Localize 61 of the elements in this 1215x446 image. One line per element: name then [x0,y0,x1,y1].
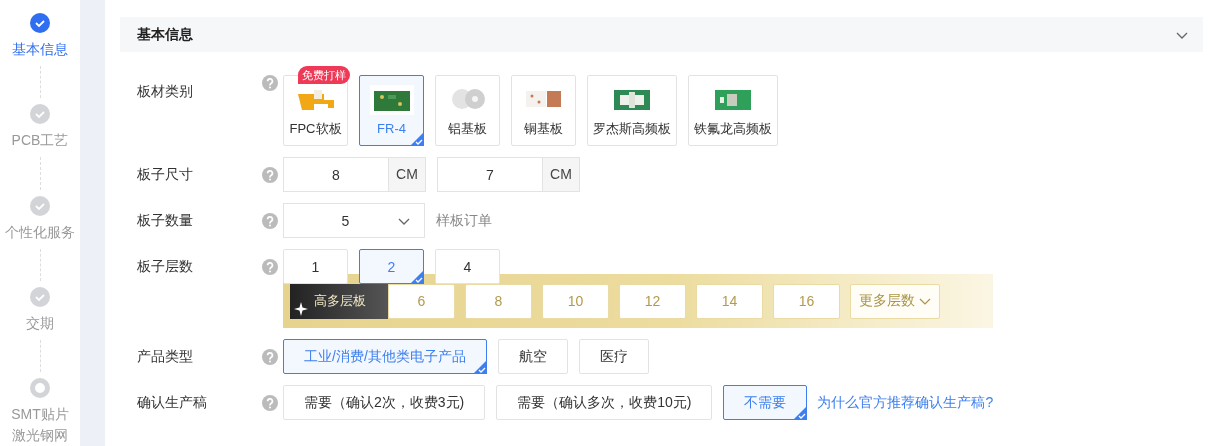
premium-title: 高多层板 [314,292,366,310]
help-icon [262,259,278,275]
quantity-select[interactable]: 5 [283,203,425,238]
material-option[interactable]: 铝基板 [435,75,500,146]
unit-label: CM [388,158,425,191]
option-label: 罗杰斯高频板 [593,119,671,138]
option-button[interactable]: 10 [542,283,609,319]
field-label: 确认生产稿 [137,393,208,412]
check-corner-icon [793,406,808,420]
option-button[interactable]: 12 [619,283,686,319]
size-field[interactable]: 8 CM [283,157,426,192]
option-button[interactable]: 1 [283,249,348,284]
check-corner-icon [410,132,424,146]
help-icon [262,395,278,411]
material-option[interactable]: 铁氟龙高频板 [688,75,778,146]
option-button[interactable]: 6 [388,283,455,319]
step-label[interactable]: 交期 [26,312,54,334]
help-icon [262,167,278,183]
field-label: 板子尺寸 [137,165,194,184]
option-button[interactable]: 8 [465,283,532,319]
unit-label: CM [542,158,579,191]
step-label[interactable]: 个性化服务 [5,221,75,243]
section-header[interactable]: 基本信息 [120,17,1203,52]
option-button[interactable]: 2 [359,249,424,284]
material-option[interactable]: 铜基板 [511,75,576,146]
option-button[interactable]: 不需要 [723,385,808,420]
option-button[interactable]: 4 [435,249,500,284]
order-type-text: 样板订单 [436,211,492,230]
option-button[interactable]: 工业/消费/其他类电子产品 [283,339,487,374]
material-option[interactable]: 罗杰斯高频板 [587,75,677,146]
help-icon [262,213,278,229]
check-corner-icon [410,270,424,284]
help-icon [262,75,278,91]
option-label: FPC软板 [289,119,342,138]
option-label: 铜基板 [524,119,563,138]
step-label[interactable]: SMT贴片 [11,404,69,425]
option-button[interactable]: 14 [696,283,763,319]
field-label: 板子层数 [137,257,194,276]
option-button[interactable]: 需要（确认2次，收费3元) [283,385,486,420]
sparkle-icon [294,301,308,316]
step-label[interactable]: 激光钢网 [12,425,68,446]
material-option[interactable]: FR-4 [359,75,424,146]
option-label: 铝基板 [448,119,487,138]
option-label: 铁氟龙高频板 [694,119,772,138]
option-button[interactable]: 16 [773,283,840,319]
option-button[interactable]: 航空 [497,339,568,374]
check-corner-icon [472,360,487,374]
help-icon [262,349,278,365]
more-layers-button[interactable]: 更多层数 [850,283,940,319]
step-label[interactable]: PCB工艺 [11,130,69,152]
field-label: 板子数量 [137,211,194,230]
option-button[interactable]: 需要（确认多次，收费10元) [496,385,713,420]
field-label: 产品类型 [137,347,194,366]
field-label: 板材类别 [137,82,194,101]
step-label[interactable]: 基本信息 [12,39,68,60]
option-button[interactable]: 医疗 [578,339,649,374]
free-sample-badge: 免费打样 [298,66,350,84]
option-label: FR-4 [377,121,406,136]
section-title: 基本信息 [137,25,193,44]
help-link[interactable]: 为什么官方推荐确认生产稿? [817,385,994,420]
size-field[interactable]: 7 CM [437,157,580,192]
